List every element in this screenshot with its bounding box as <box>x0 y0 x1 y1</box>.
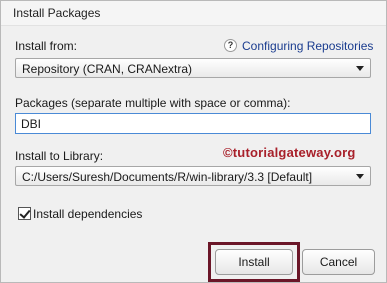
install-from-select[interactable]: Repository (CRAN, CRANextra) <box>15 58 371 78</box>
question-icon[interactable]: ? <box>224 39 237 52</box>
install-to-library-label: Install to Library: <box>15 149 104 163</box>
title-bar: Install Packages <box>1 1 386 26</box>
chevron-down-icon <box>356 66 364 71</box>
dialog-title: Install Packages <box>13 6 101 20</box>
install-button[interactable]: Install <box>215 249 293 275</box>
install-from-label: Install from: <box>15 39 78 53</box>
library-value: C:/Users/Suresh/Documents/R/win-library/… <box>22 170 313 184</box>
watermark-text: ©tutorialgateway.org <box>223 145 356 160</box>
chevron-down-icon <box>356 174 364 179</box>
install-packages-dialog: Install Packages Install from: ? Configu… <box>0 0 387 283</box>
install-dependencies-checkbox[interactable] <box>18 207 31 220</box>
install-dependencies-label[interactable]: Install dependencies <box>33 207 142 221</box>
packages-label: Packages (separate multiple with space o… <box>15 96 291 110</box>
install-from-value: Repository (CRAN, CRANextra) <box>22 62 193 76</box>
cancel-button[interactable]: Cancel <box>302 249 375 275</box>
configuring-repositories-link[interactable]: Configuring Repositories <box>242 39 373 53</box>
packages-input[interactable] <box>15 113 371 134</box>
library-select[interactable]: C:/Users/Suresh/Documents/R/win-library/… <box>15 166 371 186</box>
checkmark-icon <box>19 207 31 219</box>
